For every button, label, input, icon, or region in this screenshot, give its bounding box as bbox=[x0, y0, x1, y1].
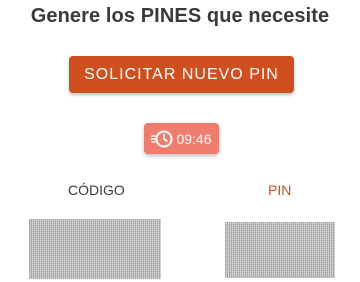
masked-pin-value bbox=[225, 222, 335, 278]
clock-icon bbox=[151, 129, 173, 149]
countdown-timer-badge: 09:46 bbox=[144, 123, 219, 154]
code-column-label: CÓDIGO bbox=[68, 182, 125, 198]
pin-column-label: PIN bbox=[268, 182, 292, 198]
timer-value: 09:46 bbox=[176, 130, 212, 147]
page-title: Genere los PINES que necesite bbox=[30, 5, 330, 27]
pin-generator-screen: Genere los PINES que necesite SOLICITAR … bbox=[0, 0, 360, 282]
request-new-pin-button[interactable]: SOLICITAR NUEVO PIN bbox=[69, 56, 294, 93]
masked-code-value bbox=[29, 219, 161, 279]
